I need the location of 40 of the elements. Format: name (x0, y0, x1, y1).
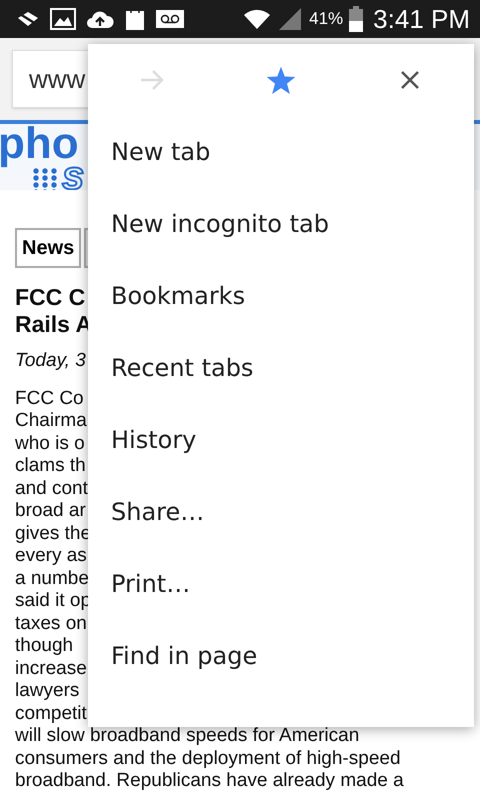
body-text: competit (15, 702, 87, 725)
battery-percent: 41% (309, 8, 344, 30)
news-tab[interactable]: News (15, 228, 82, 268)
menu-item[interactable]: Bookmarks (88, 260, 474, 332)
body-text: every as (15, 545, 87, 568)
article-title: FCC C (15, 284, 86, 311)
menu-item[interactable]: Print… (88, 548, 474, 620)
battery-icon (349, 6, 364, 32)
body-text: increase (15, 658, 87, 680)
voicemail-icon (156, 10, 184, 28)
article-date: Today, 3 (15, 349, 86, 373)
star-icon (266, 66, 296, 94)
clock: 3:41 PM (373, 2, 470, 36)
dot-grid-icon (32, 168, 58, 190)
menu-item[interactable]: Share… (88, 476, 474, 548)
forward-icon (139, 68, 166, 92)
menu-item[interactable]: History (88, 404, 474, 476)
menu-item[interactable]: Find in page (88, 620, 474, 692)
notification-icon (16, 10, 40, 28)
menu-item[interactable]: New incognito tab (88, 188, 474, 260)
body-text: who is o (15, 432, 85, 455)
menu-item[interactable]: Recent tabs (88, 332, 474, 404)
close-icon (400, 70, 420, 90)
body-text: broad ar (15, 500, 86, 522)
body-text: a numbe (15, 568, 89, 590)
body-text: and cont (15, 478, 88, 500)
signal-icon (277, 7, 304, 31)
body-text: though (15, 635, 74, 658)
body-text: taxes on (15, 612, 87, 635)
body-text: Chairma (15, 410, 87, 432)
cloud-upload-icon (86, 9, 114, 29)
wifi-icon (243, 8, 272, 30)
body-text: will slow broadband speeds for American (15, 725, 360, 748)
body-text: consumers and the deployment of high-speed (15, 748, 401, 770)
body-text: broadband. Republicans have already made a (15, 770, 404, 792)
menu-item[interactable]: New tab (88, 116, 474, 188)
image-icon (50, 8, 76, 30)
body-text: FCC Co (15, 388, 84, 410)
body-text: clams th (15, 455, 86, 478)
body-text: lawyers (15, 680, 80, 702)
